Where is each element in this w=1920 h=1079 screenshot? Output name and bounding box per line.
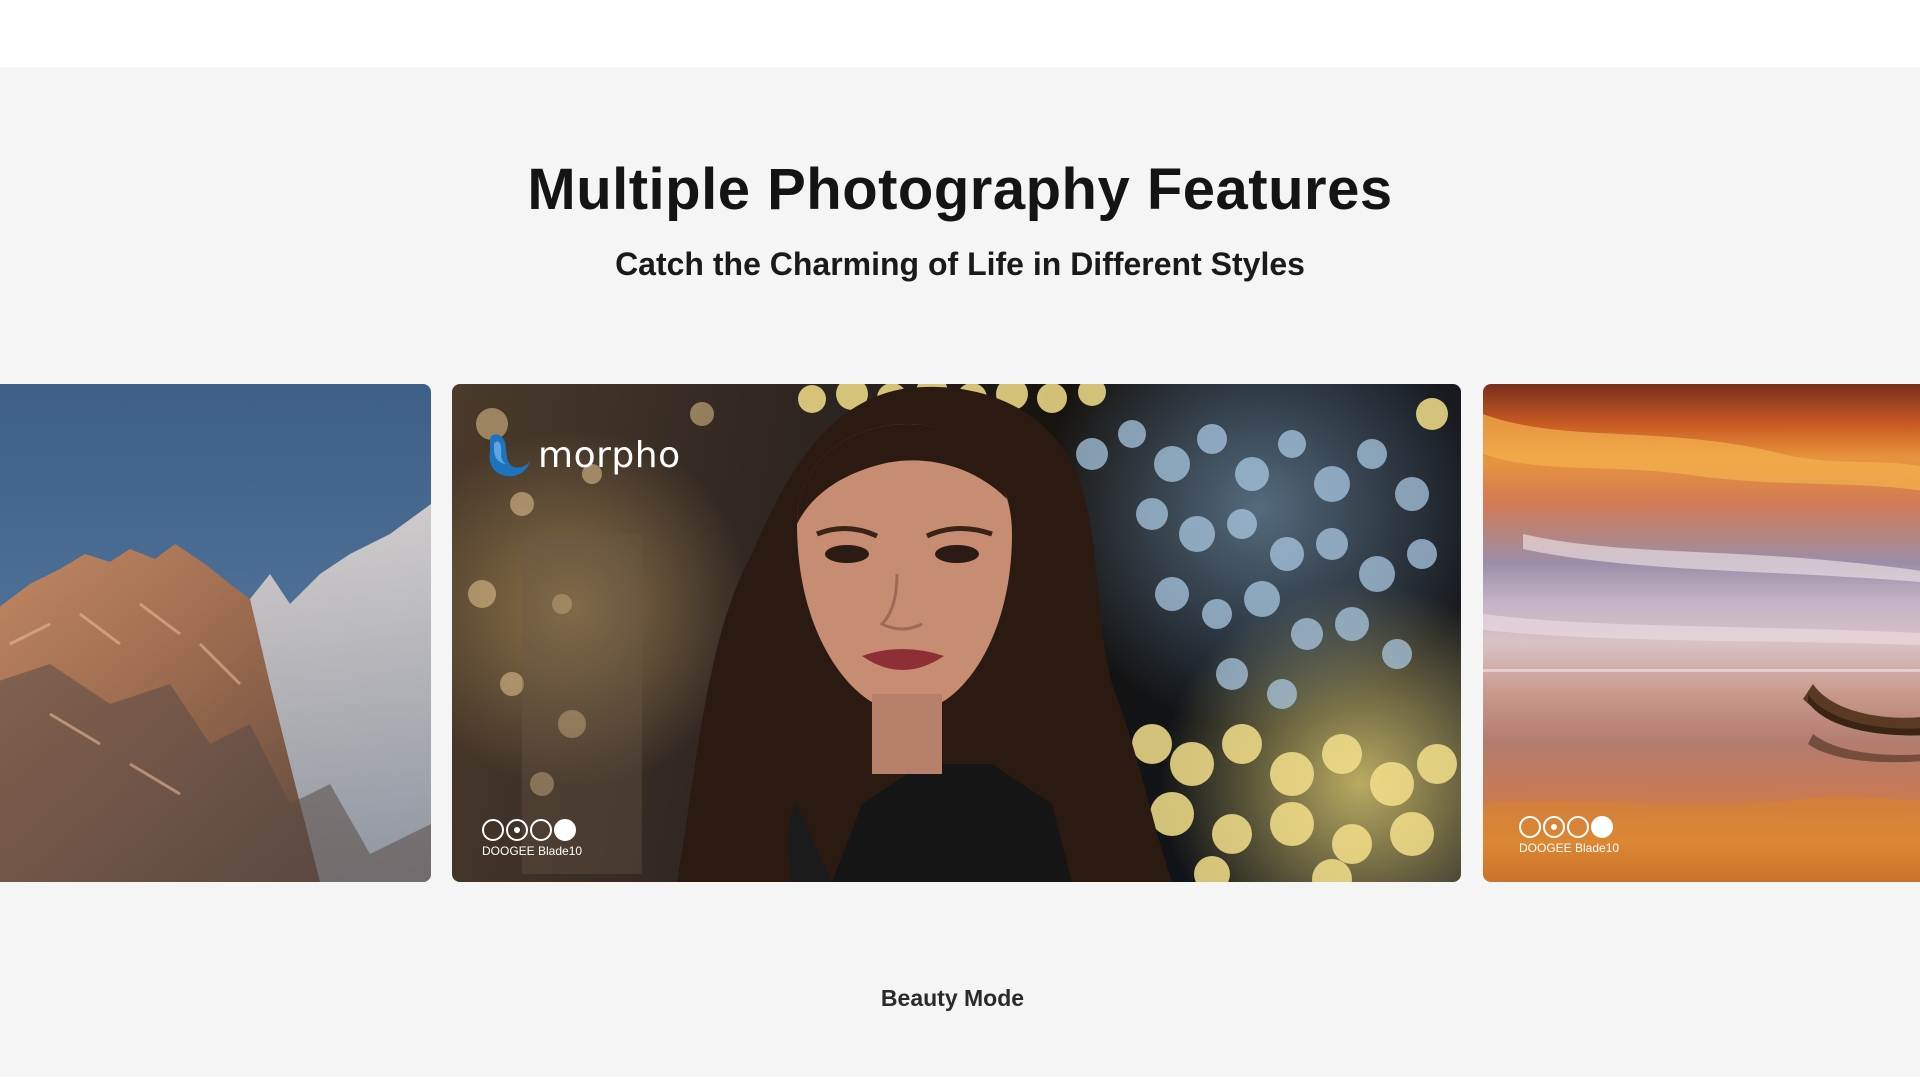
- camera-lens-icon: [554, 819, 576, 841]
- camera-lens-icon: [506, 819, 528, 841]
- camera-lens-icon: [1519, 816, 1541, 838]
- quad-camera-icon: [1519, 816, 1613, 838]
- camera-model-label: DOOGEE Blade10: [1519, 841, 1620, 855]
- camera-badge: DOOGEE Blade10: [1519, 816, 1619, 855]
- sunset-boat-image: [1483, 414, 1920, 882]
- photography-features-section: Multiple Photography Features Catch the …: [0, 67, 1920, 1077]
- camera-badge: DOOGEE Blade10: [482, 819, 582, 858]
- quad-camera-icon: [482, 819, 576, 841]
- carousel-slide-mountain[interactable]: [0, 384, 431, 882]
- camera-lens-icon: [1591, 816, 1613, 838]
- camera-lens-icon: [1543, 816, 1565, 838]
- top-bar: [0, 0, 1920, 67]
- morpho-logo: morpho: [484, 430, 681, 480]
- carousel-slide-sunset[interactable]: DOOGEE Blade10: [1483, 384, 1920, 882]
- camera-lens-icon: [530, 819, 552, 841]
- morpho-butterfly-icon: [489, 434, 530, 477]
- camera-lens-icon: [1567, 816, 1589, 838]
- section-subtitle: Catch the Charming of Life in Different …: [615, 246, 1305, 282]
- section-title: Multiple Photography Features: [527, 157, 1393, 222]
- carousel-caption: Beauty Mode: [880, 985, 1025, 1011]
- camera-lens-icon: [482, 819, 504, 841]
- mountain-image: [0, 504, 431, 882]
- carousel-slide-beauty-mode[interactable]: morpho DOOGEE Blade10: [452, 384, 1461, 882]
- morpho-logo-text: morpho: [538, 434, 681, 476]
- camera-model-label: DOOGEE Blade10: [482, 844, 583, 858]
